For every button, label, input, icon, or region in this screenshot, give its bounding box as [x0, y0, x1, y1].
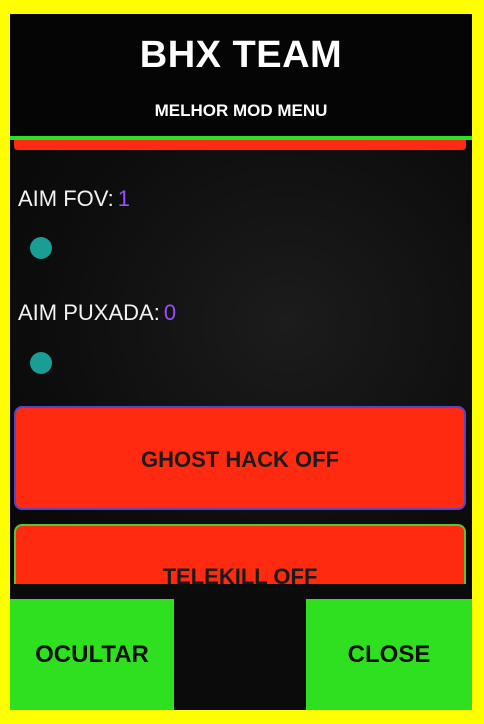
hide-menu-button[interactable]: OCULTAR — [10, 599, 174, 710]
telekill-toggle-button[interactable]: TELEKILL OFF — [14, 524, 466, 584]
aim-puxada-label: AIM PUXADA: 0 — [18, 300, 176, 326]
aim-fov-label-text: AIM FOV: — [18, 186, 114, 211]
mod-menu-panel: BHX TEAM MELHOR MOD MENU AIM FOV: 1 AIM P… — [10, 14, 472, 710]
options-scroll-area[interactable]: AIM FOV: 1 AIM PUXADA: 0 GHOST HACK OFF TE… — [10, 150, 472, 584]
menu-title: BHX TEAM — [139, 34, 343, 76]
aim-fov-label: AIM FOV: 1 — [18, 186, 130, 212]
aim-puxada-value: 0 — [163, 300, 177, 325]
menu-subtitle: MELHOR MOD MENU — [154, 101, 328, 120]
aim-fov-slider-thumb[interactable] — [30, 237, 52, 259]
ghost-hack-toggle-button[interactable]: GHOST HACK OFF — [14, 406, 466, 510]
aim-puxada-label-text: AIM PUXADA: — [18, 300, 160, 325]
close-button[interactable]: CLOSE — [306, 599, 472, 710]
aim-fov-value: 1 — [117, 186, 130, 211]
menu-header: BHX TEAM MELHOR MOD MENU — [10, 14, 472, 136]
aim-puxada-slider-thumb[interactable] — [30, 352, 52, 374]
